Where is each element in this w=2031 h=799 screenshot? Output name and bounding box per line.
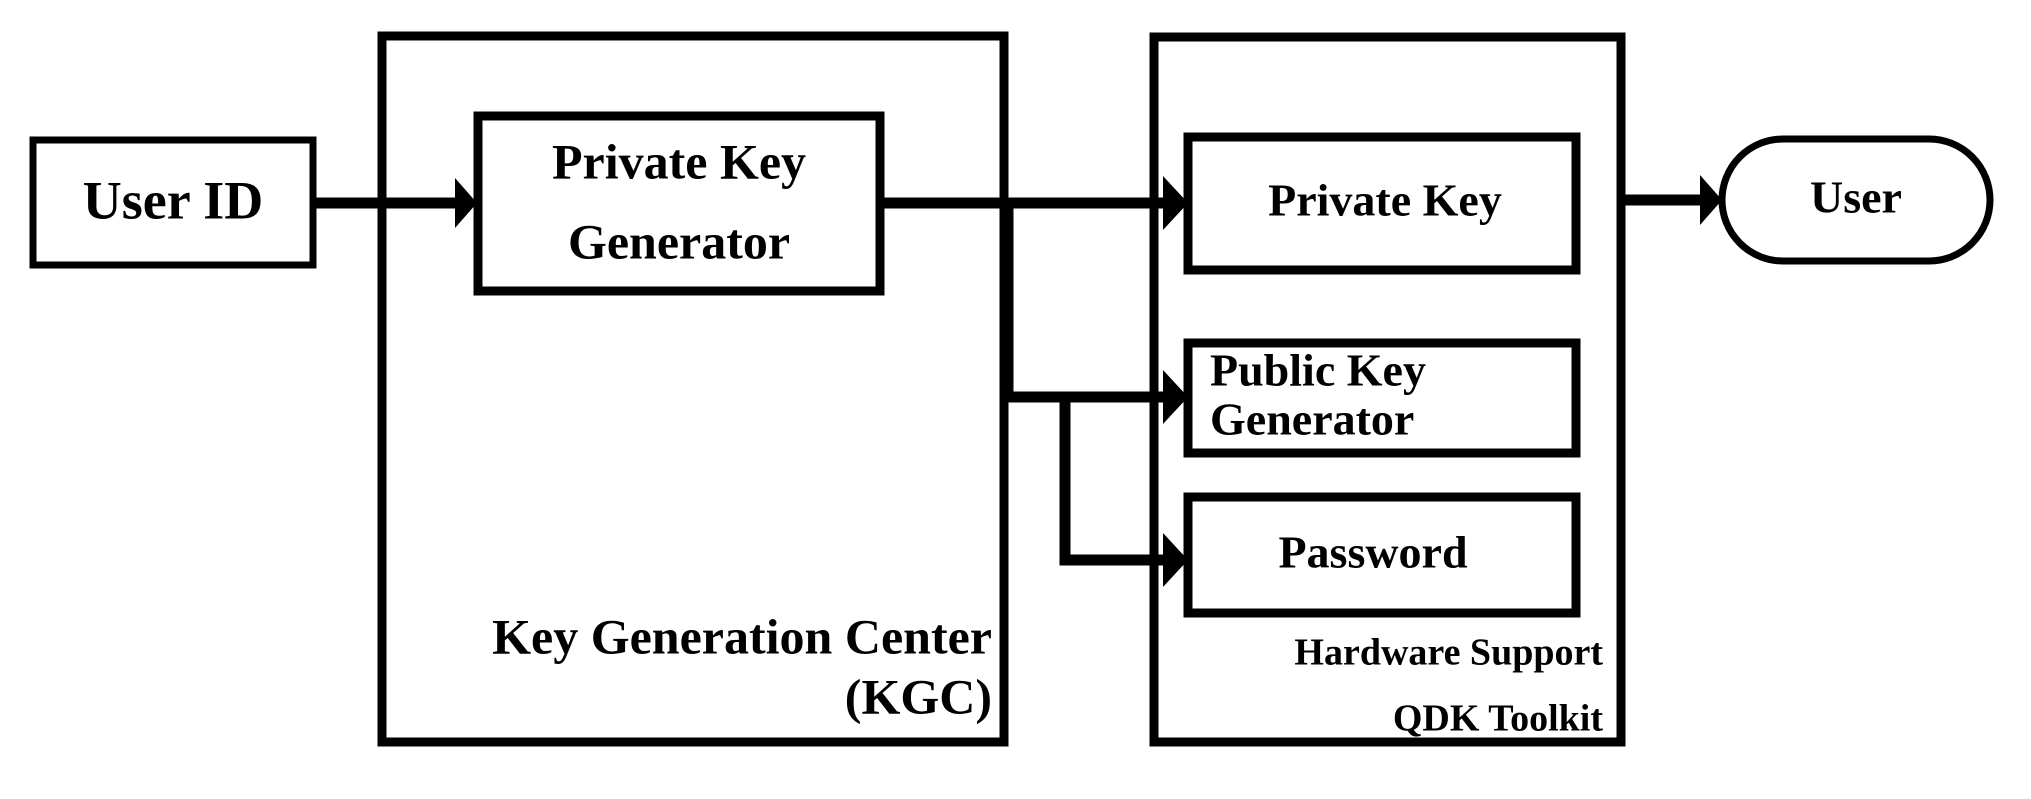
edge-pkg-branch-trunk <box>1002 203 1188 424</box>
kgc-label-line2: (KGC) <box>845 668 992 724</box>
edge-pkg-to-private-key <box>880 176 1188 230</box>
node-private-key-generator[interactable]: Private Key Generator <box>473 111 885 296</box>
diagram-canvas: Key Generation Center (KGC) Hardware Sup… <box>0 0 2031 799</box>
private-key-generator-label-line2: Generator <box>568 213 790 269</box>
edge-pkg-to-password-line <box>1059 397 1163 566</box>
node-public-key-generator[interactable]: Public Key Generator <box>1183 338 1581 458</box>
architecture-diagram: Key Generation Center (KGC) Hardware Sup… <box>29 31 1994 747</box>
password-label: Password <box>1278 527 1468 578</box>
node-password[interactable]: Password <box>1183 492 1581 618</box>
node-user[interactable]: User <box>1718 135 1994 265</box>
user-id-label: User ID <box>83 170 263 230</box>
edge-pkg-branch-trunk-line <box>1002 203 1163 403</box>
public-key-generator-label-line2: Generator <box>1210 394 1414 445</box>
hardware-label-line1: Hardware Support <box>1294 632 1603 674</box>
private-key-label: Private Key <box>1268 175 1502 226</box>
public-key-generator-label-line1: Public Key <box>1210 345 1426 396</box>
edge-private-key-to-user <box>1621 175 1722 225</box>
private-key-generator-label-line1: Private Key <box>552 133 806 189</box>
edge-userid-to-pkg <box>313 178 477 228</box>
edge-pkg-to-password <box>1059 397 1188 587</box>
user-label: User <box>1810 172 1902 223</box>
node-user-id[interactable]: User ID <box>29 136 317 269</box>
kgc-label-line1: Key Generation Center <box>492 608 992 664</box>
hardware-label-line2: QDK Toolkit <box>1393 698 1603 740</box>
node-private-key[interactable]: Private Key <box>1183 132 1581 275</box>
